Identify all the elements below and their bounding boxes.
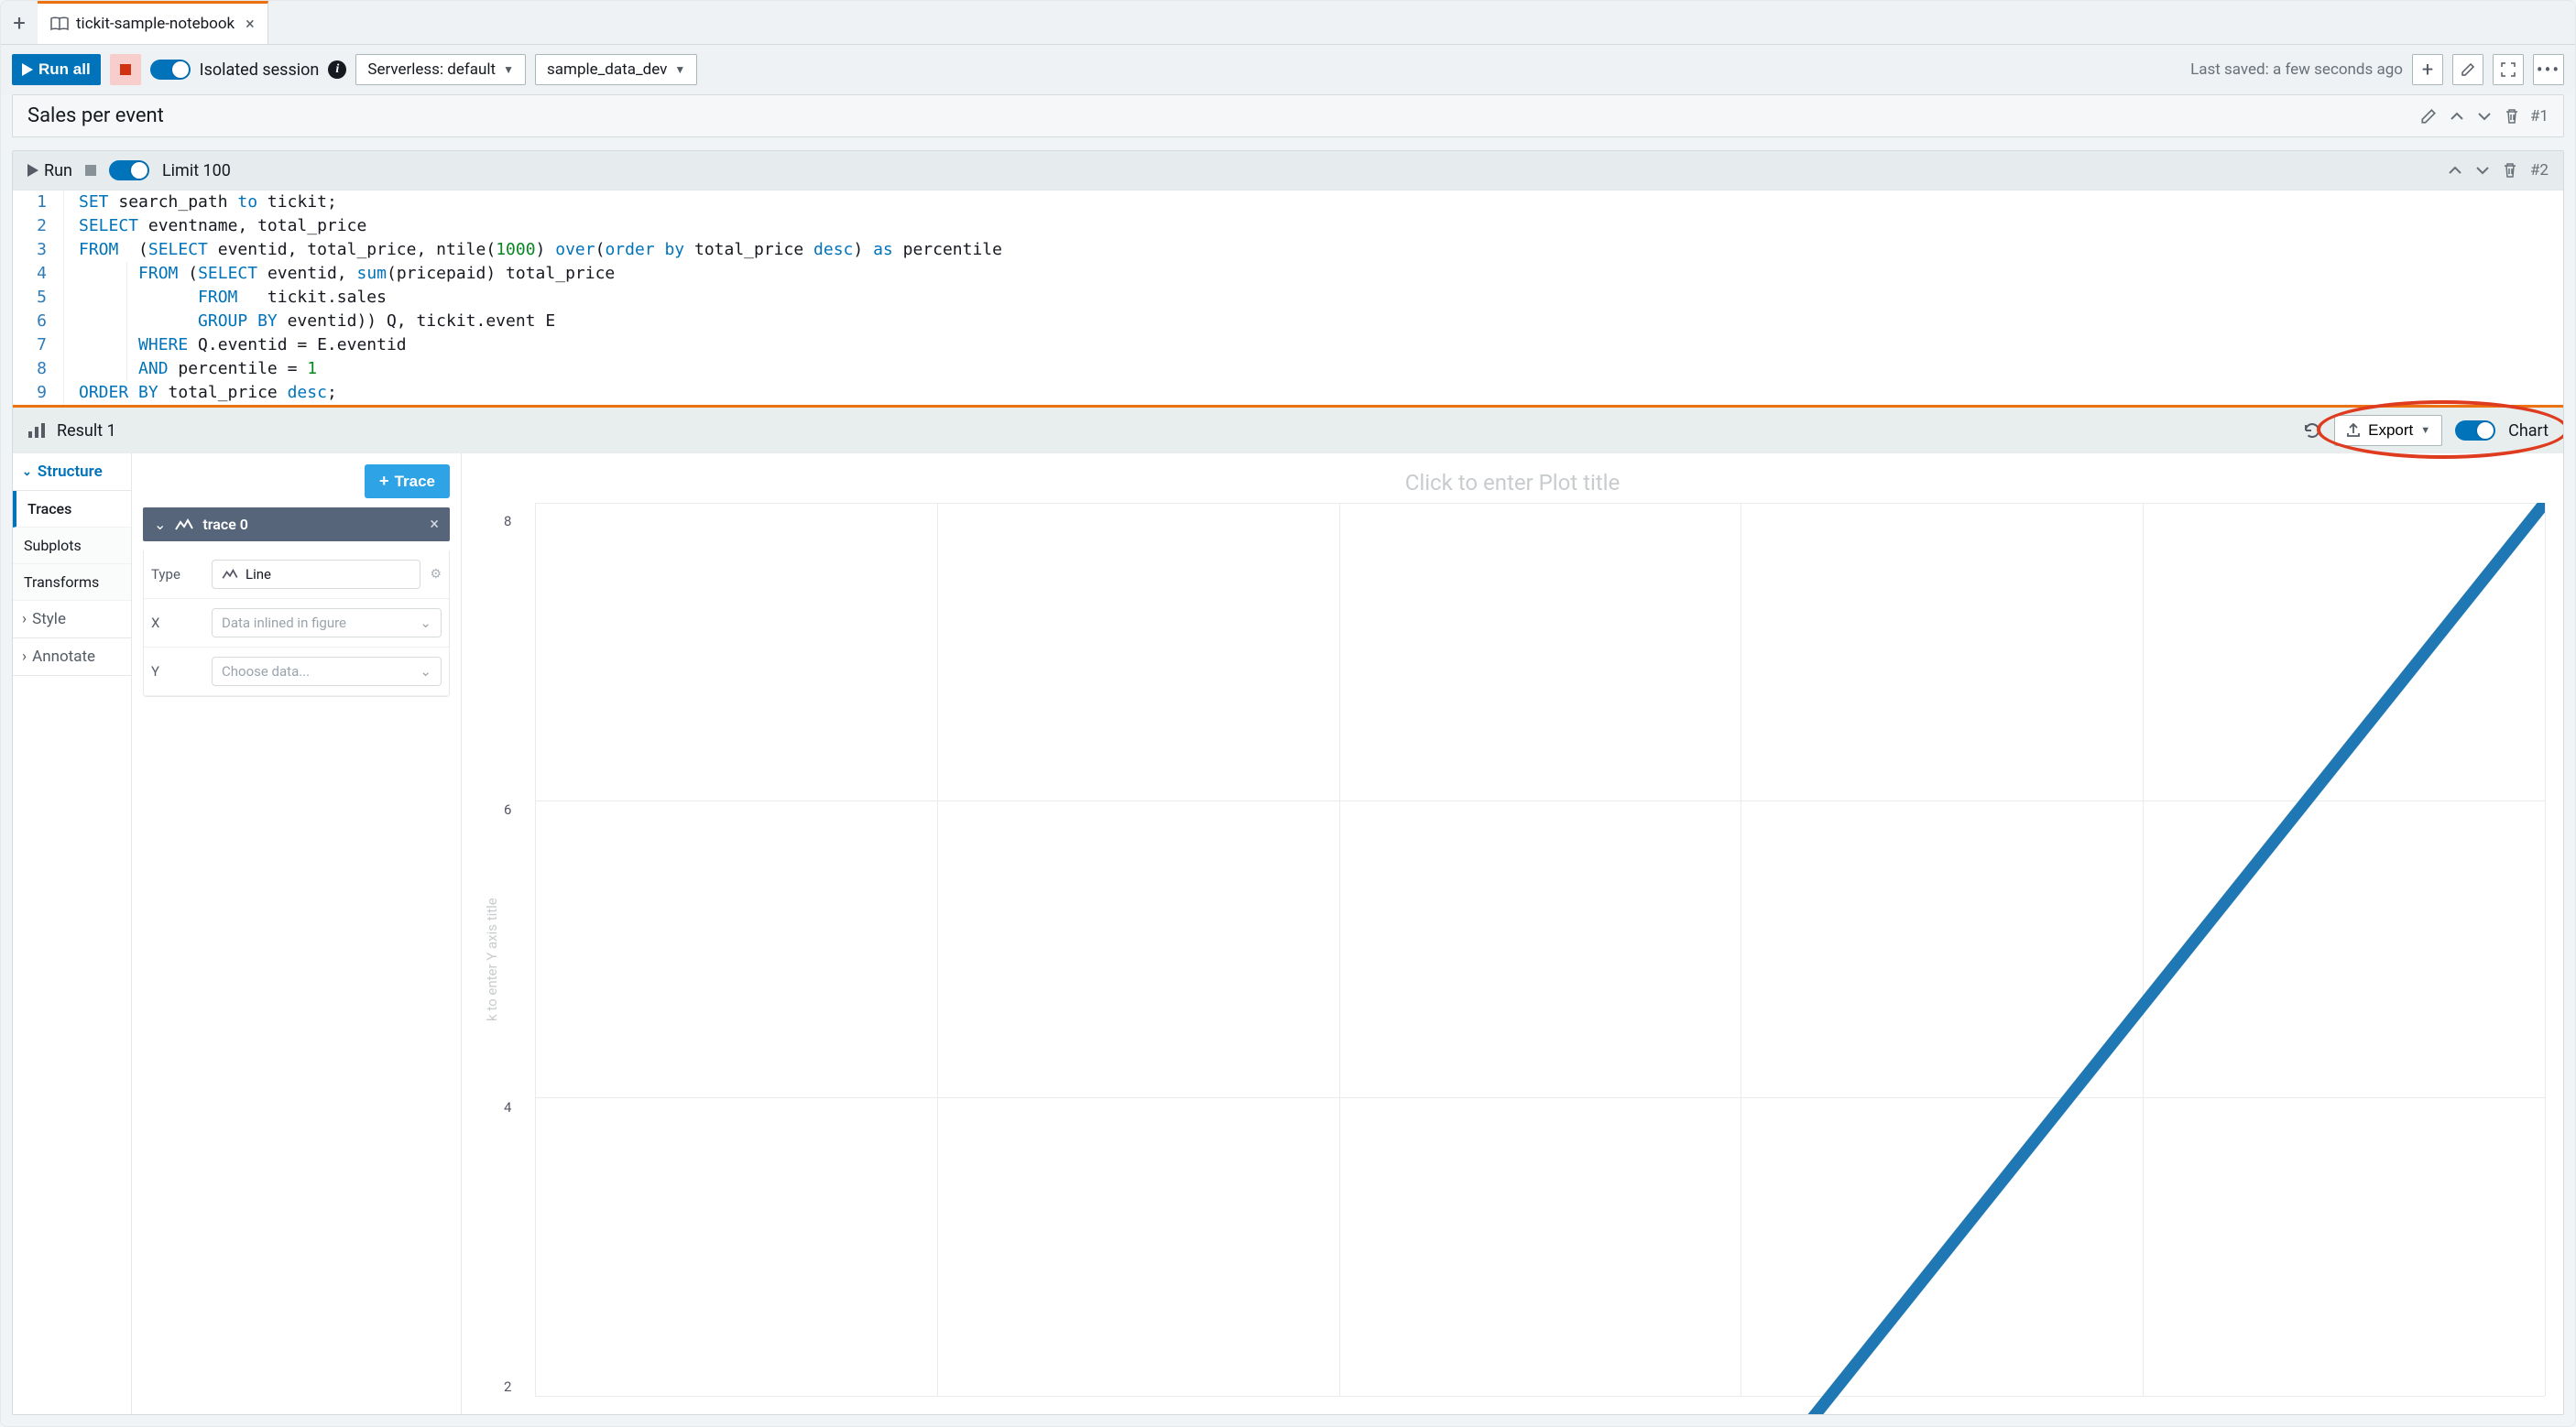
add-trace-button[interactable]: +Trace bbox=[365, 464, 450, 498]
caret-down-icon: ▼ bbox=[2420, 425, 2430, 436]
limit-toggle[interactable] bbox=[109, 160, 149, 180]
isolated-session-label: Isolated session bbox=[200, 60, 320, 80]
trace-header[interactable]: ⌄ trace 0 × bbox=[143, 507, 450, 541]
plot-title-input[interactable]: Click to enter Plot title bbox=[480, 463, 2545, 503]
connection-select[interactable]: Serverless: default▼ bbox=[355, 54, 526, 85]
chart-icon bbox=[27, 422, 46, 439]
y-data-select[interactable]: Choose data...⌄ bbox=[212, 657, 442, 686]
cell-index: #2 bbox=[2530, 161, 2549, 180]
run-cell-button[interactable]: Run bbox=[27, 161, 72, 180]
y-axis-title-input[interactable]: k to enter Y axis title bbox=[480, 503, 504, 1405]
limit-label: Limit 100 bbox=[162, 161, 231, 180]
y-tick: 2 bbox=[504, 1378, 511, 1395]
subplots-tab[interactable]: Subplots bbox=[13, 528, 131, 564]
style-section[interactable]: ›Style bbox=[13, 601, 131, 638]
cell-title: Sales per event bbox=[27, 104, 2409, 127]
caret-down-icon: ▼ bbox=[503, 63, 514, 76]
transforms-tab[interactable]: Transforms bbox=[13, 564, 131, 601]
isolated-session-toggle[interactable] bbox=[150, 60, 191, 80]
add-cell-button[interactable]: + bbox=[2412, 54, 2443, 85]
structure-section[interactable]: ⌄Structure bbox=[13, 453, 131, 491]
trash-icon[interactable] bbox=[2505, 108, 2519, 125]
stop-icon bbox=[120, 64, 131, 75]
markdown-cell: Sales per event #1 bbox=[12, 94, 2564, 137]
x-data-select[interactable]: Data inlined in figure⌄ bbox=[212, 608, 442, 637]
sql-editor[interactable]: 1SET search_path to tickit; 2SELECT even… bbox=[13, 190, 2563, 405]
notebook-icon bbox=[50, 16, 69, 31]
result-tabbar: Result 1 Export ▼ Chart bbox=[13, 405, 2563, 453]
chart-area: Click to enter Plot title k to enter Y a… bbox=[462, 453, 2563, 1414]
chevron-up-icon[interactable] bbox=[2448, 165, 2462, 176]
pencil-icon bbox=[2461, 62, 2475, 77]
plot-canvas[interactable]: 8 6 4 2 bbox=[504, 503, 2545, 1405]
annotate-section[interactable]: ›Annotate bbox=[13, 638, 131, 676]
trash-icon[interactable] bbox=[2503, 162, 2517, 179]
expand-icon bbox=[2501, 62, 2516, 77]
x-label: X bbox=[151, 615, 202, 631]
last-saved-label: Last saved: a few seconds ago bbox=[2190, 60, 2403, 79]
fullscreen-button[interactable] bbox=[2493, 54, 2524, 85]
edit-button[interactable] bbox=[2452, 54, 2483, 85]
notebook-tabstrip: + tickit-sample-notebook × bbox=[1, 1, 2575, 45]
tab-title: tickit-sample-notebook bbox=[76, 15, 235, 33]
main-toolbar: Run all Isolated session i Serverless: d… bbox=[1, 45, 2575, 94]
y-tick: 4 bbox=[504, 1099, 511, 1116]
line-icon bbox=[175, 518, 193, 531]
run-all-button[interactable]: Run all bbox=[12, 54, 101, 85]
info-icon[interactable]: i bbox=[328, 60, 346, 79]
cell-index: #1 bbox=[2530, 107, 2549, 125]
sql-cell: Run Limit 100 #2 1SET search_path to tic… bbox=[12, 150, 2564, 1415]
more-button[interactable]: ••• bbox=[2533, 54, 2564, 85]
type-label: Type bbox=[151, 566, 202, 583]
y-tick: 8 bbox=[504, 513, 511, 529]
result-tab[interactable]: Result 1 bbox=[57, 421, 116, 441]
notebook-tab[interactable]: tickit-sample-notebook × bbox=[38, 1, 268, 44]
refresh-icon[interactable] bbox=[2303, 421, 2321, 440]
trace-type-select[interactable]: Line bbox=[212, 560, 420, 589]
upload-icon bbox=[2346, 423, 2361, 438]
traces-tab[interactable]: Traces bbox=[13, 491, 131, 528]
play-icon bbox=[27, 164, 38, 177]
gear-icon[interactable]: ⚙ bbox=[430, 567, 442, 582]
pencil-icon[interactable] bbox=[2420, 108, 2437, 125]
y-tick: 6 bbox=[504, 801, 511, 818]
chart-toggle[interactable] bbox=[2455, 420, 2495, 441]
chart-label: Chart bbox=[2508, 421, 2549, 441]
add-tab-button[interactable]: + bbox=[1, 1, 38, 44]
chevron-down-icon[interactable] bbox=[2475, 165, 2490, 176]
export-button[interactable]: Export ▼ bbox=[2334, 415, 2442, 446]
line-icon bbox=[222, 569, 238, 580]
stop-cell-button[interactable] bbox=[85, 165, 96, 176]
config-sidebar: ⌄Structure Traces Subplots Transforms ›S… bbox=[13, 453, 132, 1414]
close-tab-icon[interactable]: × bbox=[246, 15, 255, 34]
stop-all-button[interactable] bbox=[110, 54, 141, 85]
chevron-up-icon[interactable] bbox=[2450, 111, 2464, 122]
close-icon[interactable]: × bbox=[430, 515, 439, 534]
y-label: Y bbox=[151, 663, 202, 680]
database-select[interactable]: sample_data_dev▼ bbox=[535, 54, 697, 85]
caret-down-icon: ▼ bbox=[674, 63, 685, 76]
trace-config-panel: +Trace ⌄ trace 0 × Type Line bbox=[132, 453, 462, 1414]
chevron-down-icon[interactable] bbox=[2477, 111, 2492, 122]
play-icon bbox=[22, 63, 33, 76]
